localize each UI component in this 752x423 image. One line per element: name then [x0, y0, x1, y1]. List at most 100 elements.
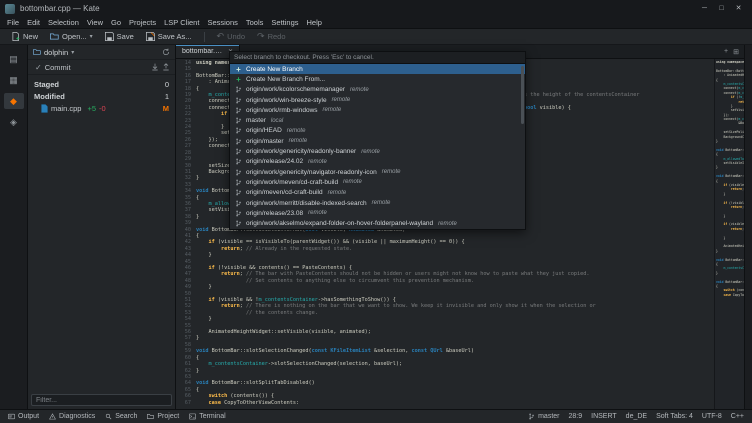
statusbar-tab-label: Output: [18, 413, 40, 420]
push-icon[interactable]: [162, 63, 170, 71]
minimize-button[interactable]: ─: [696, 0, 713, 17]
modified-file-row[interactable]: main.cpp +5 -0 M: [28, 102, 175, 114]
branch-item[interactable]: origin/work/meven/cd-craft-build remote: [230, 177, 525, 187]
sidebar-symbols-button[interactable]: ◈: [4, 114, 24, 130]
encoding[interactable]: UTF-8: [702, 413, 722, 420]
lines-added: +5: [87, 103, 96, 113]
symbols-icon: ◈: [10, 116, 17, 127]
undo-button[interactable]: ↶ Undo: [212, 30, 250, 44]
minimap[interactable]: using namespace SelectionMode;BottomBar:…: [714, 59, 744, 409]
branch-scope-label: remote: [438, 220, 457, 227]
insert-mode[interactable]: INSERT: [591, 413, 617, 420]
staged-group[interactable]: Staged 0: [28, 78, 175, 90]
statusbar-tab-diagnostics[interactable]: Diagnostics: [45, 411, 99, 423]
menu-view[interactable]: View: [83, 18, 107, 27]
branch-item[interactable]: origin/work/kcolorschememanager remote: [230, 85, 525, 95]
redo-icon: ↷: [257, 31, 265, 41]
close-button[interactable]: ✕: [730, 0, 747, 17]
split-view-icon[interactable]: ⊞: [733, 48, 739, 56]
commit-row: ✓ Commit: [28, 60, 175, 75]
branch-label: origin/master: [246, 137, 284, 145]
branch-checkout-popup: + Create New Branch + Create New Branch Fro…: [229, 51, 526, 230]
commit-button[interactable]: ✓ Commit: [33, 63, 73, 72]
menu-help[interactable]: Help: [303, 18, 326, 27]
branch-scope-label: local: [270, 117, 284, 124]
status-badge: M: [162, 103, 169, 113]
menu-settings[interactable]: Settings: [267, 18, 302, 27]
menu-file[interactable]: File: [3, 18, 23, 27]
branch-item[interactable]: origin/HEAD remote: [230, 126, 525, 136]
sidebar-documents-button[interactable]: ▤: [4, 51, 24, 67]
menu-go[interactable]: Go: [107, 18, 125, 27]
project-selector-row: dolphin ▾: [28, 45, 175, 60]
project-selector[interactable]: dolphin: [44, 48, 68, 57]
minimap-line: m_contentsContainer->slotSelectionChange…: [723, 266, 744, 271]
minimap-line: void BottomBar::slotSplitTabDisabled(): [716, 279, 744, 284]
branch-item[interactable]: origin/work/genericity/navigator-readonl…: [230, 167, 525, 177]
branch-label: origin/work/win-breeze-style: [246, 96, 327, 104]
minimap-line: setVisibleInternal(visible, animated);: [723, 160, 744, 165]
code-line[interactable]: 67 case CopyToOtherViewContents:: [176, 400, 714, 406]
menu-lsp-client[interactable]: LSP Client: [160, 18, 203, 27]
menu-edit[interactable]: Edit: [23, 18, 44, 27]
branch-item[interactable]: origin/release/23.08 remote: [230, 208, 525, 218]
git-branch-icon: [234, 138, 243, 145]
maximize-button[interactable]: □: [713, 0, 730, 17]
filter-input[interactable]: [31, 394, 172, 406]
branch-scope-label: remote: [288, 138, 308, 145]
toolbar-separator: [203, 31, 205, 42]
statusbar-tab-search[interactable]: Search: [101, 411, 141, 423]
statusbar-value: master: [538, 413, 560, 420]
syntax-mode[interactable]: C++: [731, 413, 744, 420]
git-branch-status[interactable]: master: [528, 413, 560, 420]
minimap-line: AnimatedHeightWidget::setVisible(visible…: [723, 244, 744, 249]
sidebar-filesystem-button[interactable]: ▦: [4, 72, 24, 88]
menu-tools[interactable]: Tools: [242, 18, 268, 27]
save-button[interactable]: Save: [100, 30, 139, 44]
dictionary[interactable]: de_DE: [626, 413, 647, 420]
pull-icon[interactable]: [151, 63, 159, 71]
statusbar-tab-project[interactable]: Project: [143, 411, 183, 423]
new-button[interactable]: New: [6, 30, 43, 44]
sidebar-git-button[interactable]: ◆: [3, 93, 24, 109]
branch-search-input[interactable]: [230, 52, 525, 64]
modified-group[interactable]: Modified 1: [28, 90, 175, 102]
branch-item[interactable]: origin/master remote: [230, 136, 525, 146]
open-button[interactable]: Open... ▾: [45, 30, 98, 44]
branch-item[interactable]: origin/work/akselmo/expand-folder-on-hov…: [230, 218, 525, 228]
minimap-line: void BottomBar::setVisible(bool visible,…: [716, 147, 744, 152]
branch-item[interactable]: origin/meven/cd-craft-build remote: [230, 188, 525, 198]
menu-sessions[interactable]: Sessions: [203, 18, 241, 27]
branch-item[interactable]: master local: [230, 115, 525, 125]
plus-icon: +: [236, 74, 241, 84]
refresh-icon[interactable]: [162, 48, 170, 56]
kate-app-icon: [5, 3, 15, 14]
branch-item[interactable]: origin/release/24.02 remote: [230, 157, 525, 167]
save-as-button[interactable]: Save As...: [141, 30, 197, 44]
statusbar-tab-output[interactable]: Output: [4, 411, 43, 423]
git-branch-icon: [234, 97, 243, 104]
minimap-line: : AnimatedHeightWidget{parent}: [723, 73, 744, 78]
titlebar: bottombar.cpp — Kate ─ □ ✕: [0, 0, 752, 17]
output-icon: [8, 413, 15, 420]
branch-item[interactable]: origin/work/rmb-windows remote: [230, 105, 525, 115]
new-tab-icon[interactable]: +: [724, 48, 728, 55]
popup-scrollbar[interactable]: [521, 66, 524, 124]
branch-create-item[interactable]: + Create New Branch From...: [230, 74, 525, 84]
branch-label: origin/work/genericity/readonly-banner: [246, 148, 357, 156]
redo-button[interactable]: ↷ Redo: [252, 30, 290, 44]
statusbar-value: 28:9: [568, 413, 583, 420]
menu-projects[interactable]: Projects: [125, 18, 160, 27]
branch-item[interactable]: origin/work/win-breeze-style remote: [230, 95, 525, 105]
project-folder-icon: [33, 49, 41, 55]
minimap-content: using namespace SelectionMode;BottomBar:…: [716, 60, 744, 297]
menu-selection[interactable]: Selection: [44, 18, 83, 27]
branch-item[interactable]: origin/work/genericity/readonly-banner re…: [230, 146, 525, 156]
statusbar-tab-terminal[interactable]: Terminal: [185, 411, 229, 423]
branch-create-item[interactable]: + Create New Branch: [230, 64, 525, 75]
cursor-position[interactable]: 28:9: [569, 413, 583, 420]
right-sidebar-strip: [744, 45, 752, 409]
branch-item[interactable]: origin/work/merritt/disable-indexed-sear…: [230, 198, 525, 208]
tab-settings[interactable]: Soft Tabs: 4: [656, 413, 693, 420]
modified-count: 1: [164, 91, 169, 101]
